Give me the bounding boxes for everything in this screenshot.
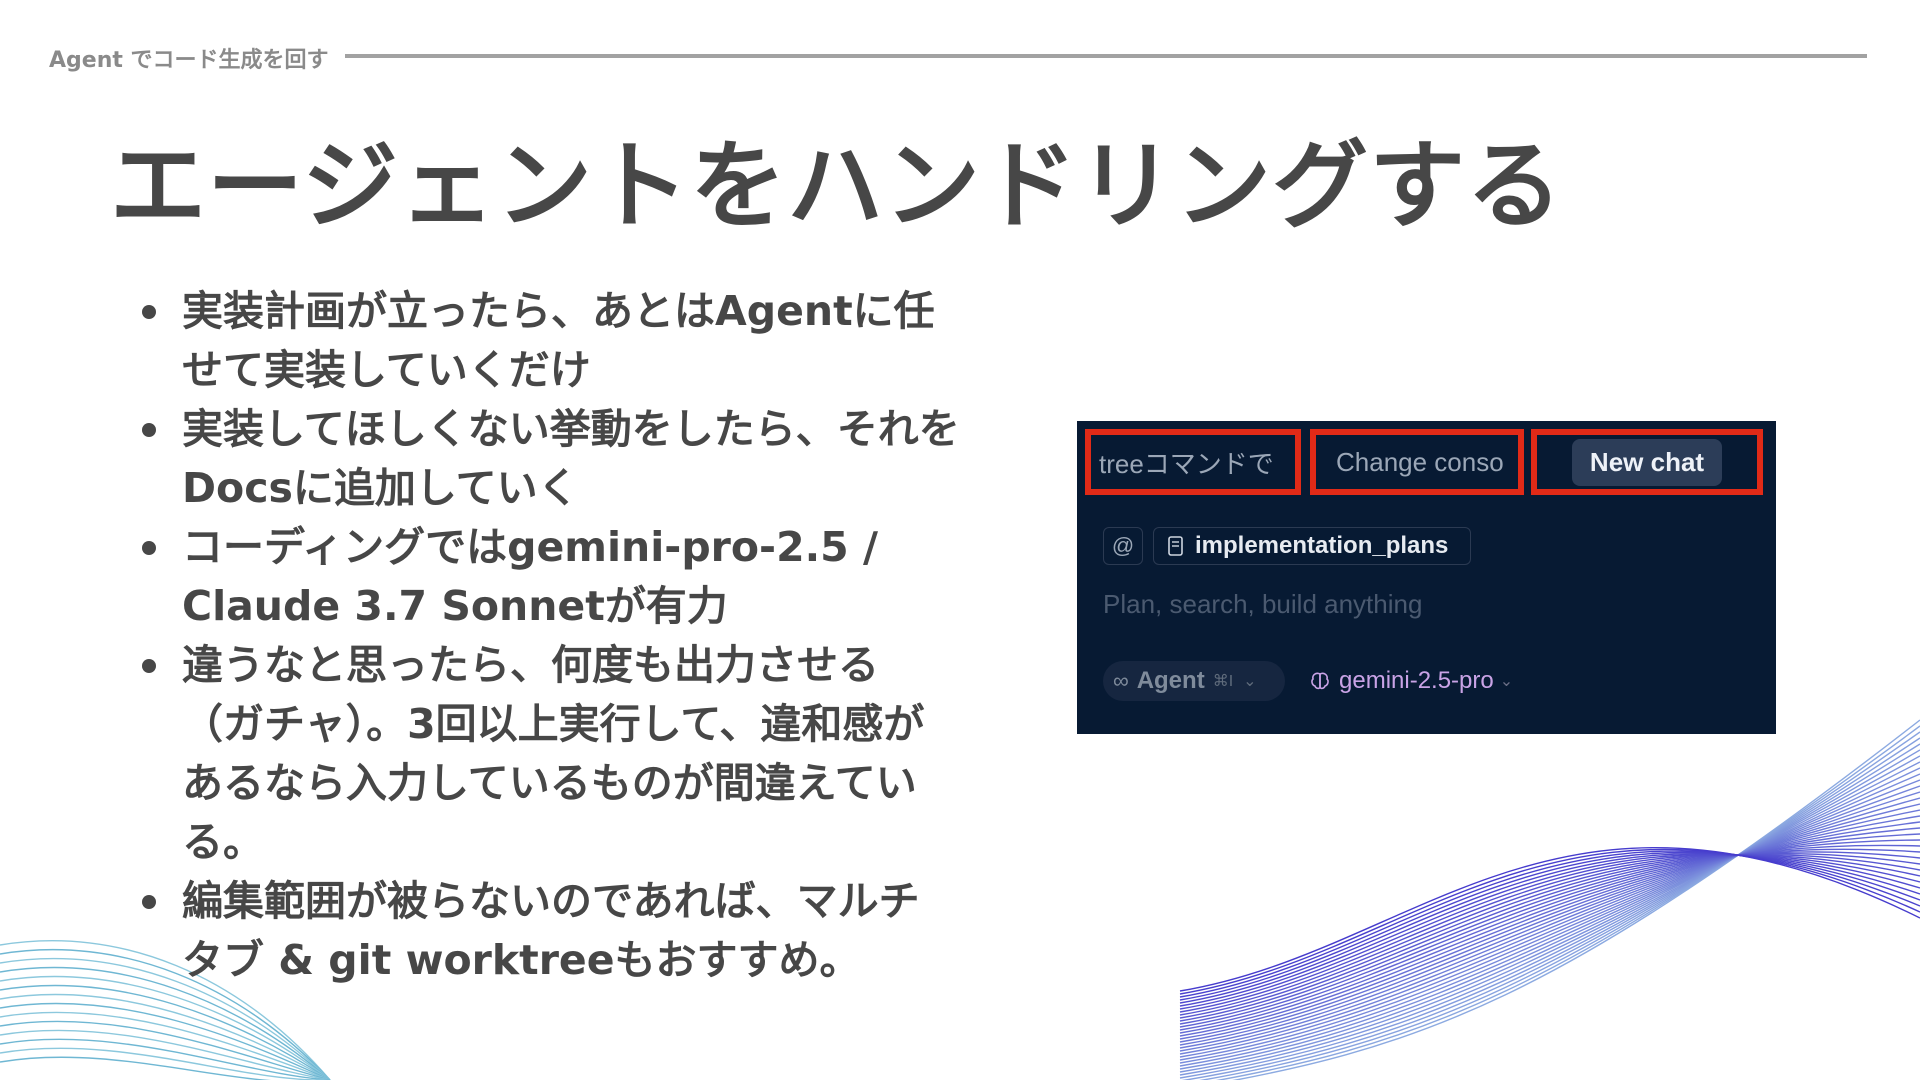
model-label: gemini-2.5-pro: [1339, 667, 1494, 694]
new-chat-tab: New chat: [1531, 429, 1763, 495]
infinity-icon: ∞: [1113, 668, 1129, 693]
bullet-item: 違うなと思ったら、何度も出力させる（ガチャ）。3回以上実行して、違和感があるなら…: [140, 636, 960, 872]
wave-line: [1179, 848, 1920, 1025]
brain-icon: [1311, 672, 1329, 690]
wave-line: [1179, 851, 1920, 1001]
agent-mode-label: Agent: [1136, 667, 1205, 694]
bullet-item: 実装してほしくない挙動をしたら、それをDocsに追加していく: [140, 400, 960, 518]
chat-input[interactable]: Plan, search, build anything: [1103, 589, 1422, 620]
model-selector[interactable]: gemini-2.5-pro ⌄: [1309, 661, 1513, 701]
chat-tab-label: treeコマンドで: [1099, 448, 1274, 479]
wave-line: [0, 1047, 330, 1080]
agent-shortcut: ⌘I: [1212, 673, 1234, 690]
add-context-button[interactable]: @: [1103, 527, 1143, 565]
context-chip-label: implementation_plans: [1195, 532, 1449, 559]
chevron-down-icon: ⌄: [1499, 673, 1514, 690]
context-chip[interactable]: implementation_plans: [1153, 527, 1471, 565]
wave-line: [1199, 731, 1920, 1080]
wave-line: [0, 1056, 330, 1080]
section-header: Agent でコード生成を回す: [49, 42, 1869, 73]
chevron-down-icon: ⌄: [1243, 673, 1257, 690]
wave-line: [1179, 779, 1920, 1061]
wave-line: [1179, 803, 1920, 1049]
bullet-item: コーディングではgemini-pro-2.5 / Claude 3.7 Sonn…: [140, 518, 960, 636]
bullet-list: 実装計画が立ったら、あとはAgentに任せて実装していくだけ 実装してほしくない…: [140, 282, 960, 990]
wave-line: [0, 975, 331, 1080]
at-icon: @: [1111, 533, 1135, 558]
chat-tab-change-console[interactable]: Change conso: [1310, 429, 1524, 495]
header-divider: [345, 54, 1867, 58]
agent-mode-selector[interactable]: ∞ Agent ⌘I ⌄: [1103, 661, 1285, 701]
wave-line: [1215, 725, 1920, 1080]
chat-panel-screenshot: treeコマンドで Change conso New chat @ implem…: [1077, 421, 1776, 734]
bullet-item: 実装計画が立ったら、あとはAgentに任せて実装していくだけ: [140, 282, 960, 400]
chat-tab-label: Change conso: [1336, 446, 1504, 477]
file-icon: [1168, 536, 1183, 556]
section-label: Agent でコード生成を回す: [49, 48, 329, 73]
bullet-item: 編集範囲が被らないのであれば、マルチタブ & git worktreeもおすすめ…: [140, 872, 960, 990]
new-chat-button[interactable]: New chat: [1571, 438, 1723, 486]
wave-line: [1179, 854, 1920, 1013]
page-title: エージェントをハンドリングする: [110, 130, 1564, 242]
chat-tab-tree[interactable]: treeコマンドで: [1085, 429, 1301, 495]
